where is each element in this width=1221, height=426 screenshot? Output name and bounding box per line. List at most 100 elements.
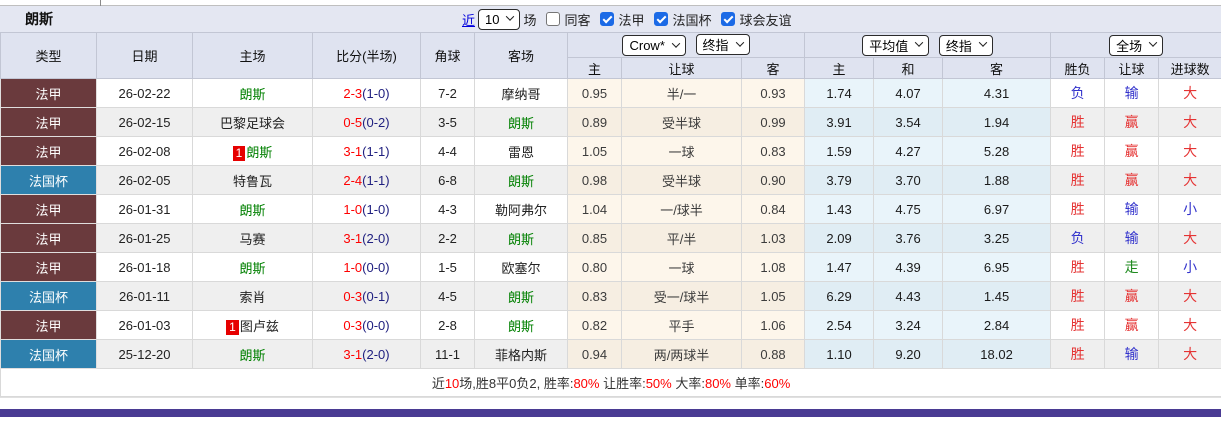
avg-home-odds: 1.74 [804,78,875,108]
competition-badge: 法国杯 [0,339,97,369]
recent-link[interactable]: 近 [462,10,475,29]
match-date: 25-12-20 [96,339,193,369]
avg-draw-odds: 4.27 [873,136,944,166]
friendly-checkbox[interactable] [720,12,735,26]
recent-count-value: 10 [485,11,500,27]
result-goals: 小 [1158,252,1221,282]
avg-away-odds: 1.88 [942,165,1052,195]
away-team[interactable]: 勒阿弗尔 [474,194,568,224]
home-team[interactable]: 朗斯 [192,78,313,108]
chevron-down-icon [735,37,744,47]
match-score[interactable]: 3-1(2-0) [312,223,421,253]
summary-part: 近 [431,376,445,391]
corners: 2-8 [420,310,475,340]
avg-draw-odds: 4.07 [873,78,944,108]
avg-draw-odds: 3.70 [873,165,944,195]
away-team[interactable]: 雷恩 [474,136,568,166]
team-name: 朗斯 [507,318,534,334]
corners: 11-1 [420,339,475,369]
match-date: 26-01-11 [96,281,193,311]
result-win-loss: 胜 [1050,339,1106,369]
same-away-checkbox[interactable] [545,12,560,26]
home-team[interactable]: 索肖 [192,281,313,311]
unit-label: 场 [523,12,537,28]
match-score[interactable]: 0-3(0-1) [312,281,421,311]
match-date: 26-01-18 [96,252,193,282]
corners: 3-5 [420,107,475,137]
crow-handicap: 一球 [621,136,742,166]
crow-away-odds: 1.03 [740,223,806,253]
match-score[interactable]: 2-3(1-0) [312,78,421,108]
recent-count-select[interactable]: 10 [478,8,521,30]
avg-home-odds: 1.43 [804,194,875,224]
competition-badge: 法甲 [0,223,97,253]
away-team[interactable]: 朗斯 [474,310,568,340]
rank-badge: 1 [226,319,239,335]
avg-final-select[interactable]: 终指 [938,34,993,56]
crow-home-odds: 1.04 [567,194,622,224]
odds-source-header: Crow* 终指 [566,32,806,58]
away-team[interactable]: 摩纳哥 [474,78,568,108]
away-team[interactable]: 朗斯 [474,281,568,311]
match-row: 法甲 26-01-03 1 图卢兹 0-3(0-0) 2-8 朗斯 0.82 平手… [0,310,1221,340]
avg-away-odds: 18.02 [942,339,1052,369]
home-team[interactable]: 1 朗斯 [192,136,313,166]
team-name: 摩纳哥 [501,86,541,102]
away-team[interactable]: 欧塞尔 [474,252,568,282]
away-team[interactable]: 朗斯 [474,107,568,137]
match-date: 26-02-08 [96,136,193,166]
summary-value: 10 [444,376,460,391]
match-score[interactable]: 1-0(1-0) [312,194,421,224]
team-name: 雷恩 [507,144,534,160]
competition-badge: 法甲 [0,78,97,108]
summary-value: 80% [573,376,600,391]
coupe-checkbox[interactable] [653,12,668,26]
odds-source-value: Crow* [629,38,665,53]
friendly-label: 球会友谊 [739,12,792,28]
match-row: 法甲 26-02-08 1 朗斯 3-1(1-1) 4-4 雷恩 1.05 一球 … [0,136,1221,166]
result-handicap: 输 [1104,223,1160,253]
away-team[interactable]: 朗斯 [474,165,568,195]
avg-away-odds: 2.84 [942,310,1052,340]
result-win-loss: 胜 [1050,194,1106,224]
competition-badge: 法甲 [0,136,97,166]
match-score[interactable]: 0-3(0-0) [312,310,421,340]
match-score[interactable]: 3-1(1-1) [312,136,421,166]
crow-handicap: 受一/球半 [621,281,742,311]
crow-home-odds: 0.82 [567,310,622,340]
away-team[interactable]: 朗斯 [474,223,568,253]
odds-source-select[interactable]: Crow* [622,35,686,56]
crow-home-odds: 0.80 [567,252,622,282]
title-bar: 朗斯 近 10 场 同客 法甲 法国杯 球会友谊 [0,6,1221,32]
scope-header: 全场 [1050,32,1221,58]
crow-handicap: 一球 [621,252,742,282]
home-team[interactable]: 马赛 [192,223,313,253]
home-team[interactable]: 特鲁瓦 [192,165,313,195]
match-score[interactable]: 2-4(1-1) [312,165,421,195]
home-team[interactable]: 朗斯 [192,194,313,224]
avg-draw-odds: 4.75 [873,194,944,224]
away-team[interactable]: 菲格内斯 [474,339,568,369]
crow-handicap: 两/两球半 [621,339,742,369]
match-score[interactable]: 1-0(0-0) [312,252,421,282]
home-team[interactable]: 朗斯 [192,252,313,282]
col-header-score: 比分(半场) [312,32,421,79]
ligue1-checkbox[interactable] [599,12,614,26]
crow-away-odds: 0.99 [740,107,806,137]
match-score[interactable]: 0-5(0-2) [312,107,421,137]
crow-handicap: 受半球 [621,107,742,137]
odds-source-final-select[interactable]: 终指 [695,34,750,55]
crow-away-odds: 0.84 [740,194,806,224]
home-team[interactable]: 巴黎足球会 [192,107,313,137]
avg-draw-odds: 3.24 [873,310,944,340]
col-header-home: 主场 [192,32,313,79]
match-score[interactable]: 3-1(2-0) [312,339,421,369]
home-team[interactable]: 1 图卢兹 [192,310,313,340]
home-team[interactable]: 朗斯 [192,339,313,369]
corners: 4-5 [420,281,475,311]
corners: 4-3 [420,194,475,224]
corners: 1-5 [420,252,475,282]
scope-select[interactable]: 全场 [1109,34,1164,56]
match-date: 26-01-31 [96,194,193,224]
avg-odds-select[interactable]: 平均值 [862,34,930,56]
